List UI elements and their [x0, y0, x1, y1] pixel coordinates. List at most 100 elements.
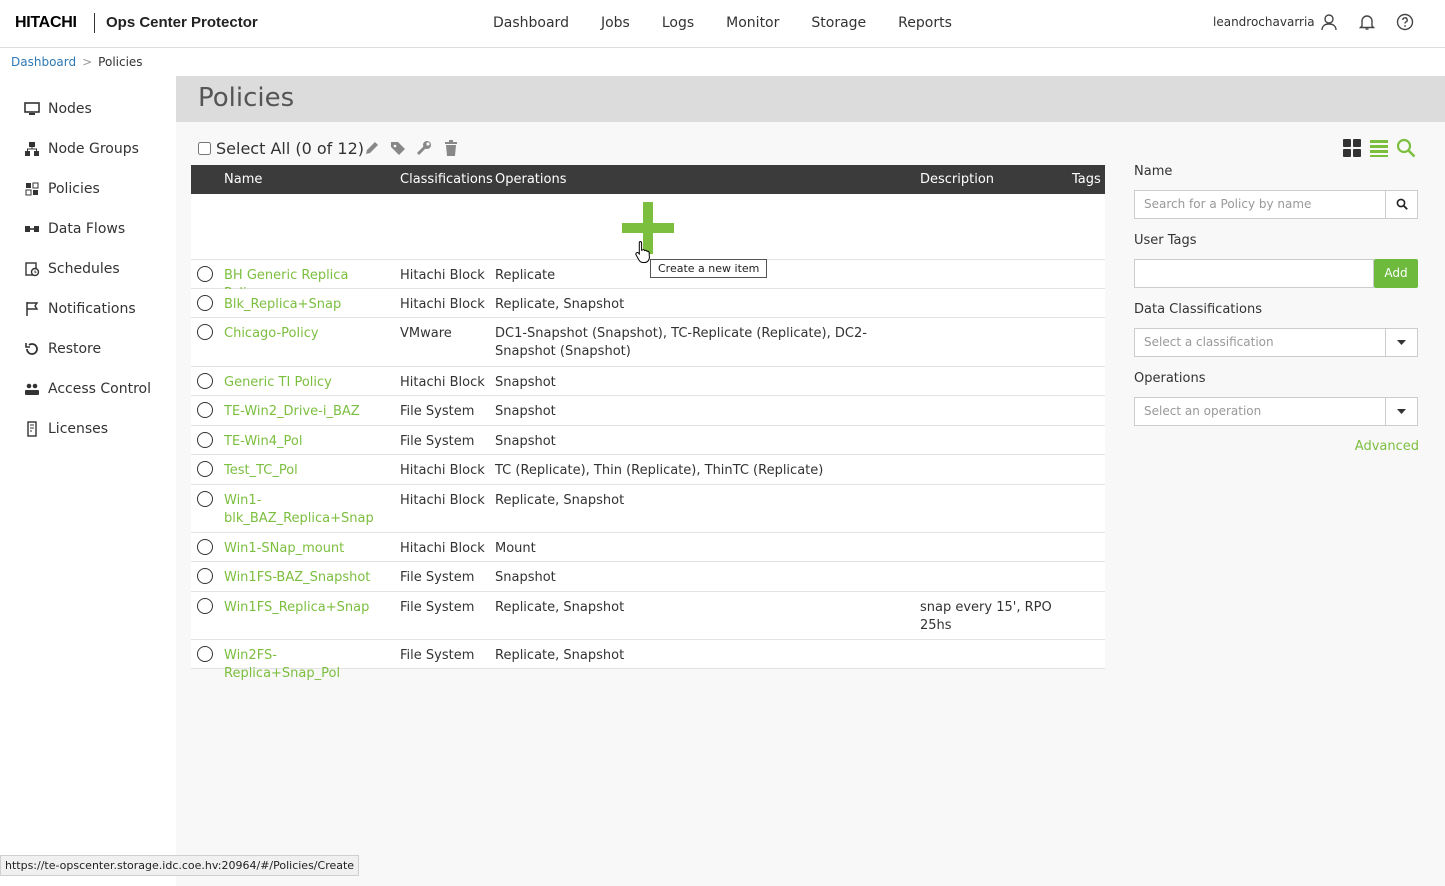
select-all[interactable]: Select All (0 of 12) [198, 139, 364, 158]
policy-name-link[interactable]: Win1FS_Replica+Snap [224, 599, 389, 617]
wrench-icon[interactable] [415, 139, 433, 157]
advanced-link[interactable]: Advanced [1355, 439, 1419, 454]
row-select-radio[interactable] [197, 491, 213, 507]
nav-monitor[interactable]: Monitor [726, 15, 779, 31]
user-tags-input[interactable] [1134, 259, 1374, 288]
table-row[interactable]: BH Generic Replica PolicyHitachi BlockRe… [191, 260, 1105, 301]
product-name: Ops Center Protector [106, 14, 258, 31]
col-classifications[interactable]: Classifications [400, 172, 493, 187]
row-select-radio[interactable] [197, 324, 213, 340]
username[interactable]: leandrochavarria [1213, 15, 1315, 29]
policy-operations: TC (Replicate), Thin (Replicate), ThinTC… [495, 463, 824, 478]
policy-classification: Hitachi Block [400, 375, 485, 390]
policy-name-link[interactable]: Blk_Replica+Snap [224, 296, 389, 314]
row-select-radio[interactable] [197, 402, 213, 418]
sidebar-item-policies[interactable]: Policies [24, 181, 100, 197]
table-row[interactable]: TE-Win2_Drive-i_BAZ File System Snapshot [191, 396, 1105, 426]
table-row[interactable]: Chicago-Policy VMware DC1-Snapshot (Snapsh… [191, 318, 1105, 367]
row-select-radio[interactable] [197, 568, 213, 584]
row-select-radio[interactable] [197, 432, 213, 448]
grid-view-icon[interactable] [1342, 138, 1362, 158]
top-nav: Dashboard Jobs Logs Monitor Storage Repo… [493, 15, 984, 31]
policy-operations: Replicate, Snapshot [495, 297, 625, 312]
add-tag-button[interactable]: Add [1374, 259, 1418, 288]
classification-dropdown[interactable] [1385, 329, 1417, 356]
name-search-input[interactable]: Search for a Policy by name [1134, 190, 1418, 219]
table-row[interactable]: Win1FS-BAZ_Snapshot File System Snapshot [191, 562, 1105, 592]
policy-operations: Snapshot [495, 570, 556, 585]
row-select-radio[interactable] [197, 373, 213, 389]
table-row[interactable]: Win1FS_Replica+Snap File System Replicate,… [191, 592, 1105, 640]
classification-select[interactable]: Select a classification [1134, 328, 1418, 357]
main-content: Policies Select All (0 of 12) Name Class… [176, 76, 1445, 886]
table-row[interactable]: Generic TI Policy Hitachi Block Snapshot [191, 367, 1105, 396]
list-view-icon[interactable] [1369, 138, 1389, 158]
policy-name-link[interactable]: Test_TC_Pol [224, 462, 389, 480]
table-row[interactable]: Blk_Replica+Snap Hitachi Block Replicate, … [191, 289, 1105, 318]
trash-icon[interactable] [442, 139, 460, 157]
user-icon[interactable] [1320, 13, 1338, 31]
row-select-radio[interactable] [197, 461, 213, 477]
user-tags-label: User Tags [1134, 233, 1197, 248]
policy-name-link[interactable]: Generic TI Policy [224, 374, 389, 392]
sidebar-item-restore[interactable]: Restore [24, 341, 101, 357]
nav-jobs[interactable]: Jobs [601, 15, 630, 31]
policy-classification: Hitachi Block [400, 297, 485, 312]
policy-name-link[interactable]: Win1-blk_BAZ_Replica+Snap [224, 492, 389, 528]
col-name[interactable]: Name [224, 172, 262, 187]
sidebar-item-schedules[interactable]: Schedules [24, 261, 120, 277]
row-select-radio[interactable] [197, 598, 213, 614]
policy-name-link[interactable]: Win1-SNap_mount [224, 540, 389, 558]
row-select-radio[interactable] [197, 646, 213, 662]
sidebar-item-licenses[interactable]: Licenses [24, 421, 108, 437]
table-row[interactable]: Win1-blk_BAZ_Replica+Snap Hitachi Block Re… [191, 485, 1105, 533]
nav-reports[interactable]: Reports [898, 15, 952, 31]
policy-name-link[interactable]: Win1FS-BAZ_Snapshot [224, 569, 389, 587]
nav-storage[interactable]: Storage [811, 15, 866, 31]
operation-placeholder: Select an operation [1144, 404, 1262, 418]
help-icon[interactable] [1396, 13, 1414, 31]
select-all-checkbox[interactable] [198, 142, 211, 155]
operation-select[interactable]: Select an operation [1134, 397, 1418, 426]
row-select-radio[interactable] [197, 295, 213, 311]
sidebar-item-label: Access Control [48, 381, 151, 397]
page-title: Policies [198, 83, 295, 113]
table-row[interactable]: Test_TC_Pol Hitachi Block TC (Replicate), … [191, 455, 1105, 485]
bell-icon[interactable] [1358, 13, 1376, 31]
col-operations[interactable]: Operations [495, 172, 566, 187]
table-row[interactable]: TE-Win4_Pol File System Snapshot [191, 426, 1105, 455]
col-description[interactable]: Description [920, 172, 994, 187]
flag-icon [26, 302, 39, 316]
table-row[interactable]: Win1-SNap_mount Hitachi Block Mount [191, 533, 1105, 562]
sidebar-item-nodes[interactable]: Nodes [24, 101, 92, 117]
name-search-placeholder: Search for a Policy by name [1144, 197, 1312, 211]
sidebar-item-node-groups[interactable]: Node Groups [24, 141, 139, 157]
sidebar-item-data-flows[interactable]: Data Flows [24, 221, 125, 237]
nav-logs[interactable]: Logs [662, 15, 694, 31]
policy-name-link[interactable]: Chicago-Policy [224, 325, 389, 343]
policy-name-link[interactable]: Win2FS-Replica+Snap_Pol [224, 647, 389, 683]
search-toggle-icon[interactable] [1396, 138, 1416, 158]
table-row[interactable]: Win2FS-Replica+Snap_Pol File System Replic… [191, 640, 1105, 681]
tag-icon[interactable] [389, 139, 407, 157]
policy-classification: Hitachi Block [400, 541, 485, 556]
policy-classification: File System [400, 600, 475, 615]
policy-operations: Snapshot [495, 375, 556, 390]
policy-classification: VMware [400, 326, 452, 341]
brand-logo: HITACHI [15, 14, 77, 31]
sidebar-item-label: Notifications [48, 301, 136, 317]
policy-name-link[interactable]: TE-Win4_Pol [224, 433, 389, 451]
name-search-button[interactable] [1385, 191, 1417, 218]
row-select-radio[interactable] [197, 539, 213, 555]
edit-icon[interactable] [363, 139, 381, 157]
policies-table: Name Classifications Operations Descript… [191, 165, 1105, 681]
col-tags[interactable]: Tags [1072, 172, 1101, 187]
row-select-radio[interactable] [197, 266, 213, 282]
nav-dashboard[interactable]: Dashboard [493, 15, 569, 31]
operation-dropdown[interactable] [1385, 398, 1417, 425]
breadcrumb-dashboard[interactable]: Dashboard [11, 55, 76, 69]
sidebar-item-notifications[interactable]: Notifications [24, 301, 136, 317]
policy-name-link[interactable]: TE-Win2_Drive-i_BAZ [224, 403, 389, 421]
sidebar-item-access-control[interactable]: Access Control [24, 381, 151, 397]
sidebar: Nodes Node Groups Policies Data Flows Sc… [0, 76, 176, 886]
